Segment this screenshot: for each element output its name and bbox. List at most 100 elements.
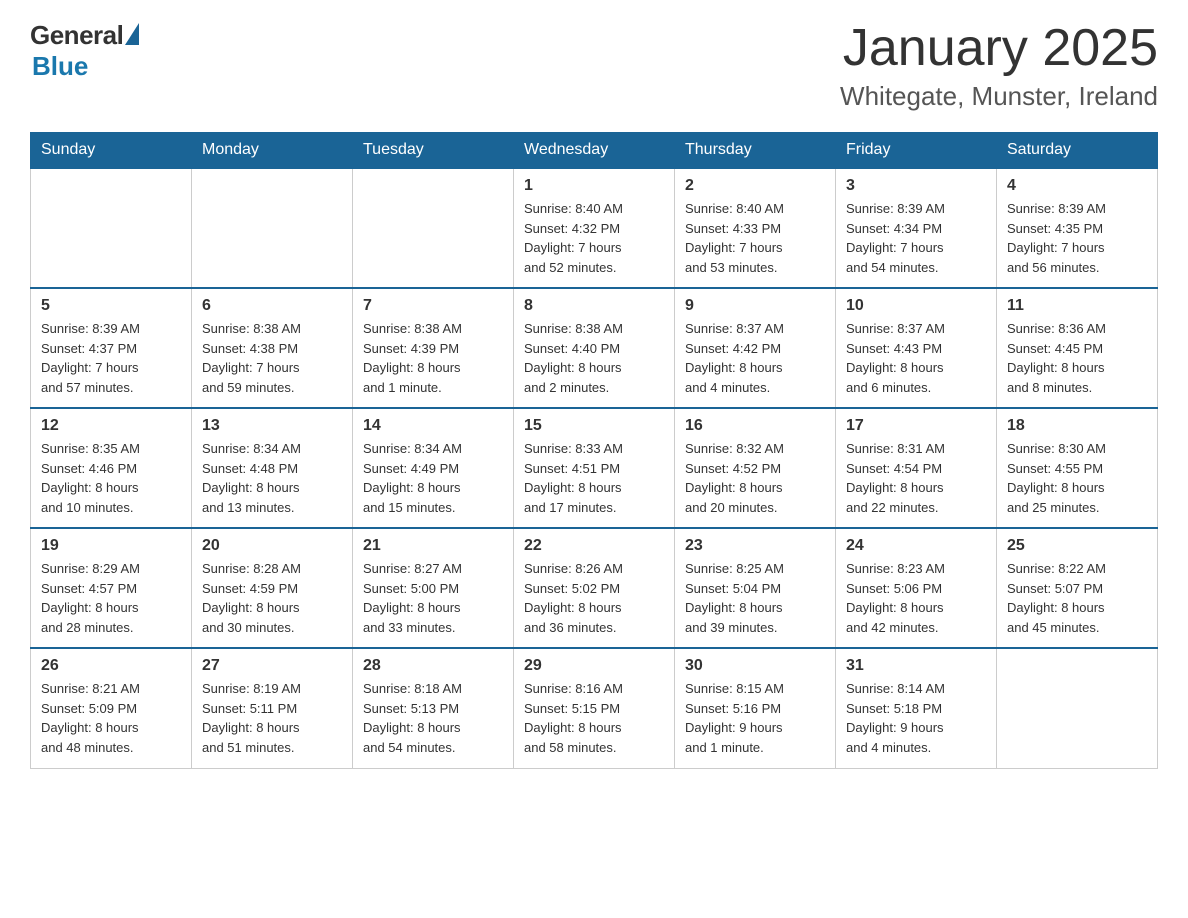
day-info: Sunrise: 8:19 AM Sunset: 5:11 PM Dayligh… <box>202 679 342 757</box>
day-info: Sunrise: 8:39 AM Sunset: 4:35 PM Dayligh… <box>1007 199 1147 277</box>
calendar-cell: 17 Sunrise: 8:31 AM Sunset: 4:54 PM Dayli… <box>836 408 997 528</box>
day-number: 2 <box>685 177 825 195</box>
calendar-cell: 10 Sunrise: 8:37 AM Sunset: 4:43 PM Dayli… <box>836 288 997 408</box>
day-number: 12 <box>41 417 181 435</box>
calendar-cell: 19 Sunrise: 8:29 AM Sunset: 4:57 PM Dayli… <box>31 528 192 648</box>
day-number: 28 <box>363 657 503 675</box>
calendar-cell: 24Sunrise: 8:23 AM Sunset: 5:06 PM Dayli… <box>836 528 997 648</box>
calendar-cell: 25 Sunrise: 8:22 AM Sunset: 5:07 PM Dayli… <box>997 528 1158 648</box>
calendar-week-4: 19 Sunrise: 8:29 AM Sunset: 4:57 PM Dayli… <box>31 528 1158 648</box>
day-number: 20 <box>202 537 342 555</box>
calendar-week-5: 26 Sunrise: 8:21 AM Sunset: 5:09 PM Dayli… <box>31 648 1158 768</box>
calendar-header-friday: Friday <box>836 133 997 169</box>
day-number: 15 <box>524 417 664 435</box>
day-info: Sunrise: 8:33 AM Sunset: 4:51 PM Dayligh… <box>524 439 664 517</box>
calendar-header-sunday: Sunday <box>31 133 192 169</box>
day-number: 13 <box>202 417 342 435</box>
day-info: Sunrise: 8:30 AM Sunset: 4:55 PM Dayligh… <box>1007 439 1147 517</box>
day-info: Sunrise: 8:39 AM Sunset: 4:34 PM Dayligh… <box>846 199 986 277</box>
calendar-cell: 30 Sunrise: 8:15 AM Sunset: 5:16 PM Dayli… <box>675 648 836 768</box>
day-number: 16 <box>685 417 825 435</box>
day-info: Sunrise: 8:39 AM Sunset: 4:37 PM Dayligh… <box>41 319 181 397</box>
calendar-cell: 11 Sunrise: 8:36 AM Sunset: 4:45 PM Dayli… <box>997 288 1158 408</box>
calendar-cell: 15 Sunrise: 8:33 AM Sunset: 4:51 PM Dayli… <box>514 408 675 528</box>
calendar-cell: 13 Sunrise: 8:34 AM Sunset: 4:48 PM Dayli… <box>192 408 353 528</box>
logo-triangle-icon <box>125 23 139 45</box>
day-info: Sunrise: 8:29 AM Sunset: 4:57 PM Dayligh… <box>41 559 181 637</box>
day-number: 26 <box>41 657 181 675</box>
day-number: 8 <box>524 297 664 315</box>
calendar-cell: 7 Sunrise: 8:38 AM Sunset: 4:39 PM Daylig… <box>353 288 514 408</box>
logo-blue-text: Blue <box>32 51 88 82</box>
day-info: Sunrise: 8:34 AM Sunset: 4:48 PM Dayligh… <box>202 439 342 517</box>
day-number: 5 <box>41 297 181 315</box>
calendar-cell: 18Sunrise: 8:30 AM Sunset: 4:55 PM Dayli… <box>997 408 1158 528</box>
calendar-cell: 29Sunrise: 8:16 AM Sunset: 5:15 PM Dayli… <box>514 648 675 768</box>
calendar-cell: 20Sunrise: 8:28 AM Sunset: 4:59 PM Dayli… <box>192 528 353 648</box>
day-info: Sunrise: 8:32 AM Sunset: 4:52 PM Dayligh… <box>685 439 825 517</box>
calendar-cell: 26 Sunrise: 8:21 AM Sunset: 5:09 PM Dayli… <box>31 648 192 768</box>
day-info: Sunrise: 8:38 AM Sunset: 4:39 PM Dayligh… <box>363 319 503 397</box>
calendar-week-3: 12 Sunrise: 8:35 AM Sunset: 4:46 PM Dayli… <box>31 408 1158 528</box>
day-info: Sunrise: 8:26 AM Sunset: 5:02 PM Dayligh… <box>524 559 664 637</box>
calendar-cell: 4 Sunrise: 8:39 AM Sunset: 4:35 PM Daylig… <box>997 168 1158 288</box>
day-number: 25 <box>1007 537 1147 555</box>
day-number: 4 <box>1007 177 1147 195</box>
day-number: 31 <box>846 657 986 675</box>
day-number: 30 <box>685 657 825 675</box>
calendar-header-tuesday: Tuesday <box>353 133 514 169</box>
day-number: 19 <box>41 537 181 555</box>
day-number: 21 <box>363 537 503 555</box>
day-number: 3 <box>846 177 986 195</box>
calendar-header-monday: Monday <box>192 133 353 169</box>
calendar-cell: 2 Sunrise: 8:40 AM Sunset: 4:33 PM Daylig… <box>675 168 836 288</box>
day-info: Sunrise: 8:38 AM Sunset: 4:38 PM Dayligh… <box>202 319 342 397</box>
day-info: Sunrise: 8:37 AM Sunset: 4:42 PM Dayligh… <box>685 319 825 397</box>
calendar-cell: 27 Sunrise: 8:19 AM Sunset: 5:11 PM Dayli… <box>192 648 353 768</box>
logo: General Blue <box>30 20 139 82</box>
calendar-cell <box>353 168 514 288</box>
calendar-cell: 16 Sunrise: 8:32 AM Sunset: 4:52 PM Dayli… <box>675 408 836 528</box>
calendar-cell: 22 Sunrise: 8:26 AM Sunset: 5:02 PM Dayli… <box>514 528 675 648</box>
calendar-table: SundayMondayTuesdayWednesdayThursdayFrid… <box>30 132 1158 769</box>
day-number: 9 <box>685 297 825 315</box>
day-info: Sunrise: 8:31 AM Sunset: 4:54 PM Dayligh… <box>846 439 986 517</box>
calendar-cell: 21 Sunrise: 8:27 AM Sunset: 5:00 PM Dayli… <box>353 528 514 648</box>
day-number: 11 <box>1007 297 1147 315</box>
calendar-cell: 8Sunrise: 8:38 AM Sunset: 4:40 PM Daylig… <box>514 288 675 408</box>
calendar-cell: 9 Sunrise: 8:37 AM Sunset: 4:42 PM Daylig… <box>675 288 836 408</box>
day-info: Sunrise: 8:37 AM Sunset: 4:43 PM Dayligh… <box>846 319 986 397</box>
calendar-cell <box>997 648 1158 768</box>
day-info: Sunrise: 8:15 AM Sunset: 5:16 PM Dayligh… <box>685 679 825 757</box>
calendar-cell: 31 Sunrise: 8:14 AM Sunset: 5:18 PM Dayli… <box>836 648 997 768</box>
calendar-week-2: 5 Sunrise: 8:39 AM Sunset: 4:37 PM Daylig… <box>31 288 1158 408</box>
calendar-cell <box>192 168 353 288</box>
calendar-header-thursday: Thursday <box>675 133 836 169</box>
day-number: 23 <box>685 537 825 555</box>
calendar-week-1: 1Sunrise: 8:40 AM Sunset: 4:32 PM Daylig… <box>31 168 1158 288</box>
day-number: 27 <box>202 657 342 675</box>
day-info: Sunrise: 8:27 AM Sunset: 5:00 PM Dayligh… <box>363 559 503 637</box>
day-info: Sunrise: 8:36 AM Sunset: 4:45 PM Dayligh… <box>1007 319 1147 397</box>
day-info: Sunrise: 8:35 AM Sunset: 4:46 PM Dayligh… <box>41 439 181 517</box>
calendar-cell <box>31 168 192 288</box>
day-info: Sunrise: 8:16 AM Sunset: 5:15 PM Dayligh… <box>524 679 664 757</box>
day-number: 6 <box>202 297 342 315</box>
day-info: Sunrise: 8:25 AM Sunset: 5:04 PM Dayligh… <box>685 559 825 637</box>
day-info: Sunrise: 8:21 AM Sunset: 5:09 PM Dayligh… <box>41 679 181 757</box>
page-header: General Blue January 2025 Whitegate, Mun… <box>30 20 1158 112</box>
day-info: Sunrise: 8:18 AM Sunset: 5:13 PM Dayligh… <box>363 679 503 757</box>
logo-general-text: General <box>30 20 123 51</box>
day-info: Sunrise: 8:40 AM Sunset: 4:33 PM Dayligh… <box>685 199 825 277</box>
calendar-cell: 12 Sunrise: 8:35 AM Sunset: 4:46 PM Dayli… <box>31 408 192 528</box>
day-number: 22 <box>524 537 664 555</box>
calendar-cell: 28 Sunrise: 8:18 AM Sunset: 5:13 PM Dayli… <box>353 648 514 768</box>
day-info: Sunrise: 8:14 AM Sunset: 5:18 PM Dayligh… <box>846 679 986 757</box>
day-info: Sunrise: 8:34 AM Sunset: 4:49 PM Dayligh… <box>363 439 503 517</box>
day-number: 7 <box>363 297 503 315</box>
day-number: 24 <box>846 537 986 555</box>
day-info: Sunrise: 8:22 AM Sunset: 5:07 PM Dayligh… <box>1007 559 1147 637</box>
day-number: 17 <box>846 417 986 435</box>
day-number: 14 <box>363 417 503 435</box>
day-number: 10 <box>846 297 986 315</box>
